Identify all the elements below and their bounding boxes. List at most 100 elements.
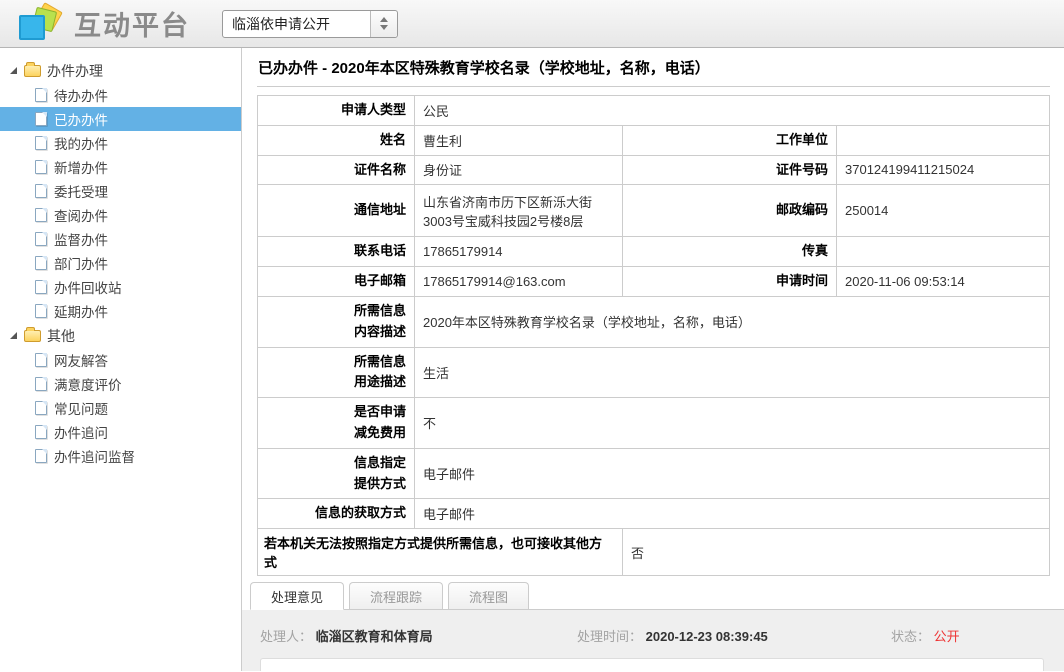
field-label: 传真	[623, 237, 837, 267]
scope-select-value: 临淄依申请公开	[223, 11, 370, 37]
field-value	[837, 237, 1050, 267]
process-time-label: 处理时间：	[577, 629, 642, 644]
field-label: 证件名称	[258, 155, 415, 185]
sidebar-item-label: 我的办件	[54, 133, 108, 153]
table-row: 是否申请 减免费用 不	[258, 398, 1050, 449]
sidebar-item-label: 网友解答	[54, 350, 108, 370]
app-title: 互动平台	[74, 4, 190, 43]
field-label: 若本机关无法按照指定方式提供所需信息，也可接收其他方式	[258, 529, 623, 576]
tree-group-qita[interactable]: 其他	[0, 323, 241, 348]
scope-select[interactable]: 临淄依申请公开	[222, 10, 398, 38]
reply-message: 我单位已于2020年12月1日通过电子邮件形式对此件进行了答复。	[260, 658, 1044, 671]
page-icon	[35, 256, 47, 270]
sidebar-item-label: 部门办件	[54, 253, 108, 273]
table-row: 若本机关无法按照指定方式提供所需信息，也可接收其他方式 否	[258, 529, 1050, 576]
logo-blue-square	[19, 15, 45, 40]
sidebar-item-wangyou[interactable]: 网友解答	[0, 348, 241, 372]
app-header: 互动平台 临淄依申请公开	[0, 0, 1064, 48]
sidebar-item-manyidu[interactable]: 满意度评价	[0, 372, 241, 396]
page-icon	[35, 449, 47, 463]
field-label: 信息的获取方式	[258, 499, 415, 529]
field-value: 山东省济南市历下区新泺大街3003号宝威科技园2号楼8层	[415, 185, 623, 237]
page-icon	[35, 401, 47, 415]
table-row: 姓名 曹生利 工作单位	[258, 125, 1050, 155]
page-icon	[35, 280, 47, 294]
field-value: 电子邮件	[415, 448, 1050, 499]
sidebar-item-label: 新增办件	[54, 157, 108, 177]
field-label: 申请人类型	[258, 96, 415, 126]
sidebar-item-zhuiwen[interactable]: 办件追问	[0, 420, 241, 444]
expand-arrow-icon[interactable]	[10, 67, 17, 74]
table-row: 所需信息 用途描述 生活	[258, 347, 1050, 398]
field-label: 信息指定 提供方式	[258, 448, 415, 499]
tab-handling-opinion[interactable]: 处理意见	[250, 582, 344, 610]
sidebar-item-wode[interactable]: 我的办件	[0, 131, 241, 155]
field-label: 所需信息 内容描述	[258, 296, 415, 347]
table-row: 证件名称 身份证 证件号码 370124199411215024	[258, 155, 1050, 185]
up-down-arrows-icon[interactable]	[370, 11, 397, 37]
sidebar-item-yanqi[interactable]: 延期办件	[0, 299, 241, 323]
field-value: 公民	[415, 96, 1050, 126]
sidebar-item-weituo[interactable]: 委托受理	[0, 179, 241, 203]
field-value: 不	[415, 398, 1050, 449]
field-value: 17865179914@163.com	[415, 267, 623, 297]
field-value: 2020年本区特殊教育学校名录（学校地址，名称，电话）	[415, 296, 1050, 347]
table-row: 信息的获取方式 电子邮件	[258, 499, 1050, 529]
folder-icon	[24, 65, 41, 77]
sidebar-item-bumen[interactable]: 部门办件	[0, 251, 241, 275]
table-row: 联系电话 17865179914 传真	[258, 237, 1050, 267]
sidebar-item-huishouzhan[interactable]: 办件回收站	[0, 275, 241, 299]
sidebar-item-chayue[interactable]: 查阅办件	[0, 203, 241, 227]
page-icon	[35, 377, 47, 391]
tab-flow-chart[interactable]: 流程图	[448, 582, 529, 609]
page-icon	[35, 88, 47, 102]
sidebar-item-label: 办件回收站	[54, 277, 122, 297]
sidebar-item-zhuiwen-jiandu[interactable]: 办件追问监督	[0, 444, 241, 468]
table-row: 电子邮箱 17865179914@163.com 申请时间 2020-11-06…	[258, 267, 1050, 297]
field-label: 工作单位	[623, 125, 837, 155]
page-icon	[35, 232, 47, 246]
sidebar-item-changjian[interactable]: 常见问题	[0, 396, 241, 420]
tree-group-banjian[interactable]: 办件办理	[0, 58, 241, 83]
tab-process-tracking[interactable]: 流程跟踪	[349, 582, 443, 609]
process-panel: 处理人： 临淄区教育和体育局 处理时间： 2020-12-23 08:39:45…	[242, 610, 1064, 671]
table-row: 通信地址 山东省济南市历下区新泺大街3003号宝威科技园2号楼8层 邮政编码 2…	[258, 185, 1050, 237]
sidebar-item-label: 延期办件	[54, 301, 108, 321]
page-icon	[35, 112, 47, 126]
field-label: 电子邮箱	[258, 267, 415, 297]
sidebar-item-daiban[interactable]: 待办办件	[0, 83, 241, 107]
page-icon	[35, 136, 47, 150]
process-meta: 处理人： 临淄区教育和体育局 处理时间： 2020-12-23 08:39:45…	[260, 626, 1046, 645]
field-label: 所需信息 用途描述	[258, 347, 415, 398]
field-value: 电子邮件	[415, 499, 1050, 529]
sidebar-item-label: 常见问题	[54, 398, 108, 418]
field-value: 17865179914	[415, 237, 623, 267]
sidebar-item-jiandu[interactable]: 监督办件	[0, 227, 241, 251]
tree-group-label: 办件办理	[47, 61, 103, 81]
field-label: 申请时间	[623, 267, 837, 297]
sidebar-item-label: 已办办件	[54, 109, 108, 129]
status-label: 状态：	[891, 629, 930, 644]
field-label: 邮政编码	[623, 185, 837, 237]
field-value: 否	[623, 529, 1050, 576]
sidebar-item-label: 办件追问监督	[54, 446, 135, 466]
table-row: 所需信息 内容描述 2020年本区特殊教育学校名录（学校地址，名称，电话）	[258, 296, 1050, 347]
app-logo-icon	[16, 4, 62, 44]
expand-arrow-icon[interactable]	[10, 332, 17, 339]
page-icon	[35, 184, 47, 198]
page-icon	[35, 160, 47, 174]
arrow-up-icon	[380, 17, 388, 22]
field-label: 通信地址	[258, 185, 415, 237]
field-value: 2020-11-06 09:53:14	[837, 267, 1050, 297]
sidebar-item-label: 待办办件	[54, 85, 108, 105]
page-icon	[35, 304, 47, 318]
sidebar-item-xinzeng[interactable]: 新增办件	[0, 155, 241, 179]
tree-group-label: 其他	[47, 326, 75, 346]
field-value: 370124199411215024	[837, 155, 1050, 185]
field-label: 联系电话	[258, 237, 415, 267]
folder-icon	[24, 330, 41, 342]
process-time-value: 2020-12-23 08:39:45	[646, 629, 768, 644]
sidebar-item-yiban[interactable]: 已办办件	[0, 107, 241, 131]
page-icon	[35, 425, 47, 439]
handler-value: 临淄区教育和体育局	[316, 629, 433, 644]
